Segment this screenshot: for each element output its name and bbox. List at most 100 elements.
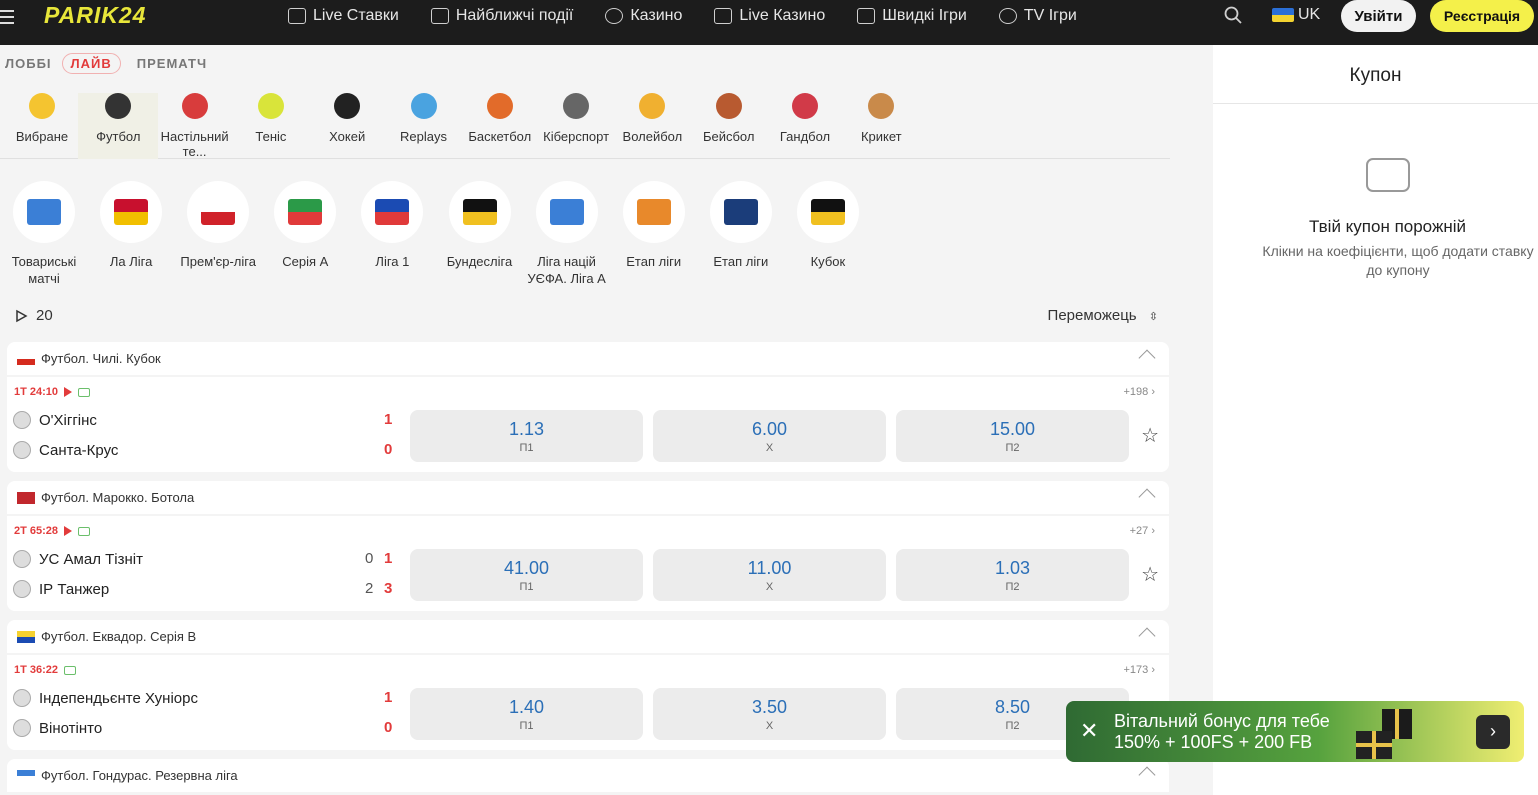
coupon-empty-text-line2: до купону <box>1366 262 1430 278</box>
login-button[interactable]: Увійти <box>1341 0 1416 32</box>
top-bar: PARIK24 Live Ставки Найближчі події Казино… <box>0 0 1538 45</box>
nav-item[interactable]: Live Ставки <box>288 7 399 25</box>
pitch-icon[interactable] <box>78 526 91 536</box>
nav-item-label: TV Ігри <box>1023 7 1077 24</box>
sport-item[interactable]: Кіберспорт <box>536 93 616 144</box>
favorite-star-icon[interactable]: ☆ <box>1141 562 1159 587</box>
live-count[interactable]: 20 <box>14 307 53 324</box>
odds-button[interactable]: 1.40 П1 <box>410 688 643 740</box>
favorite-star-icon[interactable]: ☆ <box>1141 423 1159 448</box>
sport-icon <box>334 93 361 119</box>
odds-value: 41.00 <box>503 558 550 578</box>
pitch-icon[interactable] <box>78 387 91 397</box>
odds-button[interactable]: 6.00 Х <box>653 410 886 462</box>
sport-item[interactable]: Хокей <box>307 93 387 144</box>
odds-button[interactable]: 11.00 Х <box>653 549 886 601</box>
close-icon[interactable]: ✕ <box>1080 718 1098 744</box>
sport-item[interactable]: Футбол <box>78 93 159 159</box>
team-crest-icon <box>13 719 31 737</box>
sport-label: Баскетбол <box>468 129 532 144</box>
language-label: UK <box>1298 6 1321 23</box>
event-row[interactable]: 1Т 36:22 +173 › Індепендьєнте Хуніорс 1 Віно… <box>7 655 1169 750</box>
tab-1[interactable]: ЛАЙВ <box>61 53 121 74</box>
register-button[interactable]: Реєстрація <box>1430 0 1534 32</box>
league-item[interactable]: Ліга націй УЄФА. Ліга А <box>523 181 611 287</box>
event-group-header[interactable]: Футбол. Гондурас. Резервна ліга <box>7 759 1169 792</box>
league-label: Прем'єр-ліга <box>180 254 256 269</box>
logo[interactable]: PARIK24 <box>44 2 146 29</box>
league-emblem-icon <box>288 199 323 225</box>
league-logo <box>13 181 75 243</box>
event-group: Футбол. Еквадор. Серія B 1Т 36:22 +173 › Ін… <box>7 620 1169 750</box>
odds-button[interactable]: 41.00 П1 <box>410 549 643 601</box>
nav-item[interactable]: Швидкі Ігри <box>857 7 967 25</box>
nav-item[interactable]: Найближчі події <box>430 7 573 25</box>
chevron-up-icon[interactable] <box>1138 766 1156 784</box>
sport-item[interactable]: Баскетбол <box>460 93 540 144</box>
sport-label: Бейсбол <box>702 129 755 144</box>
sport-item[interactable]: Крикет <box>841 93 921 144</box>
nav-item[interactable]: Казино <box>605 7 682 25</box>
chevron-up-icon[interactable] <box>1138 627 1156 645</box>
live-stream-icon[interactable] <box>64 526 73 536</box>
bonus-next-button[interactable]: › <box>1476 715 1510 749</box>
odds-button[interactable]: 3.50 Х <box>653 688 886 740</box>
league-item[interactable]: Серія А <box>261 181 349 270</box>
event-group-header[interactable]: Футбол. Марокко. Ботола <box>7 481 1169 514</box>
odds-button[interactable]: 1.13 П1 <box>410 410 643 462</box>
tab-2[interactable]: ПРЕМАТЧ <box>137 56 207 71</box>
league-item[interactable]: Кубок <box>784 181 872 270</box>
nav-item[interactable]: TV Ігри <box>998 7 1077 25</box>
league-item[interactable]: Етап ліги <box>697 181 785 270</box>
event-group-header[interactable]: Футбол. Чилі. Кубок <box>7 342 1169 375</box>
odds-button[interactable]: 1.03 П2 <box>896 549 1129 601</box>
pitch-icon[interactable] <box>64 665 77 675</box>
search-icon[interactable] <box>1224 6 1242 24</box>
sport-item[interactable]: Волейбол <box>612 93 692 144</box>
odds-value: 1.40 <box>508 697 545 717</box>
sport-item[interactable]: Replays <box>384 93 464 144</box>
league-label: Ла Ліга <box>109 254 153 269</box>
league-item[interactable]: Товариські матчі <box>0 181 88 287</box>
welcome-bonus-banner[interactable]: ✕ Вітальний бонус для тебе 150% + 100FS … <box>1066 701 1524 762</box>
language-selector[interactable]: UK <box>1272 6 1320 24</box>
market-selector-label: Переможець <box>1047 307 1137 324</box>
sport-item[interactable]: Теніс <box>231 93 311 144</box>
menu-icon[interactable] <box>0 6 14 26</box>
coupon-empty-title: Твій купон порожній <box>1309 217 1466 236</box>
tv-games-icon <box>998 8 1017 24</box>
event-group-title: Футбол. Чилі. Кубок <box>41 351 161 366</box>
more-markets-link[interactable]: +173 › <box>1123 664 1155 676</box>
team-name-label: Вінотінто <box>39 719 103 737</box>
event-group-header[interactable]: Футбол. Еквадор. Серія B <box>7 620 1169 653</box>
league-item[interactable]: Етап ліги <box>610 181 698 270</box>
sport-item[interactable]: Вибране <box>2 93 82 144</box>
league-item[interactable]: Бундесліга <box>436 181 524 270</box>
chevron-up-icon[interactable] <box>1138 349 1156 367</box>
league-logo <box>100 181 163 243</box>
league-item[interactable]: Прем'єр-ліга <box>174 181 262 270</box>
more-markets-link[interactable]: +198 › <box>1123 386 1155 398</box>
league-emblem-icon <box>201 199 236 225</box>
odds-button[interactable]: 15.00 П2 <box>896 410 1129 462</box>
chevron-up-icon[interactable] <box>1138 488 1156 506</box>
league-label: Етап ліги <box>713 254 769 269</box>
sport-icon <box>105 93 132 119</box>
sport-item[interactable]: Настільний те... <box>155 93 235 159</box>
event-row[interactable]: 2Т 65:28 +27 › УС Амал Тізніт 0 1 ІР Танжер 2 3… <box>7 516 1169 611</box>
league-item[interactable]: Ла Ліга <box>87 181 175 270</box>
more-markets-link[interactable]: +27 › <box>1130 525 1155 537</box>
league-label: Серія А <box>282 254 329 269</box>
league-item[interactable]: Ліга 1 <box>348 181 436 270</box>
market-selector[interactable]: Переможець ⇳ <box>1048 307 1158 324</box>
team-name: О'Хіггінс <box>13 411 97 429</box>
match-time: 2Т 65:28 <box>14 525 91 537</box>
coupon-empty-text-line1: Клікни на коефіцієнти, щоб додати ставку <box>1262 243 1534 259</box>
nav-item[interactable]: Live Казино <box>714 7 825 25</box>
event-row[interactable]: 1Т 24:10 +198 › О'Хіггінс 1 Санта-Крус 0 1.13 П… <box>7 377 1169 472</box>
bonus-line-2: 150% + 100FS + 200 FB <box>1114 732 1313 752</box>
live-stream-icon[interactable] <box>64 387 73 397</box>
sport-item[interactable]: Бейсбол <box>689 93 769 144</box>
tab-0[interactable]: ЛОББІ <box>5 56 52 71</box>
sport-item[interactable]: Гандбол <box>765 93 845 144</box>
